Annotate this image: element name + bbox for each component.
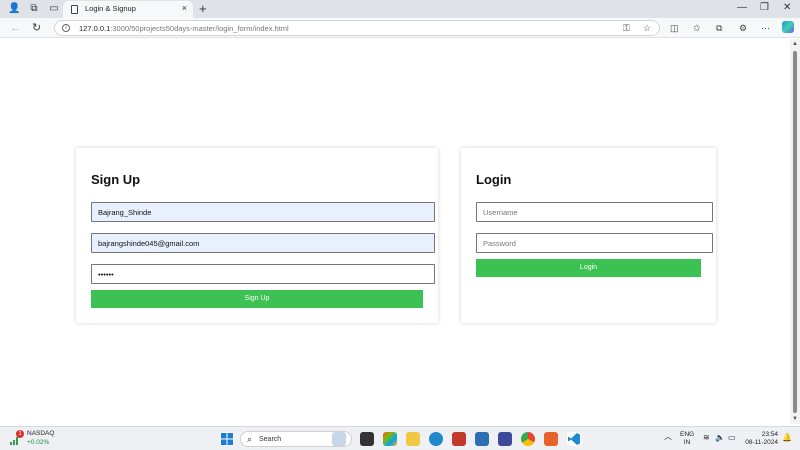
notification-bell-icon[interactable]: 🔔 xyxy=(782,434,792,442)
login-button[interactable]: Login xyxy=(476,259,701,277)
task-view-icon[interactable] xyxy=(360,432,374,446)
tab-close-icon[interactable]: × xyxy=(182,3,187,13)
tab-actions-icon[interactable]: ▭ xyxy=(48,3,60,15)
page-icon xyxy=(71,5,78,14)
tab-login-signup[interactable]: Login & Signup × xyxy=(63,1,193,18)
show-hidden-icons-chevron-icon[interactable]: ︿ xyxy=(664,433,672,441)
wallpaper-app-icon[interactable] xyxy=(498,432,512,446)
copilot-taskbar-icon[interactable] xyxy=(383,432,397,446)
collections-icon[interactable]: ⧉ xyxy=(716,22,722,34)
clock-date: 08-11-2024 xyxy=(745,439,778,446)
url-text[interactable]: 127.0.0.1:3000/50projects50days-master/l… xyxy=(79,24,289,33)
volume-icon[interactable]: 🔈 xyxy=(715,434,725,442)
more-menu-icon[interactable]: ⋯ xyxy=(761,22,770,34)
maximize-icon[interactable]: ❐ xyxy=(760,2,769,13)
login-password-input[interactable] xyxy=(476,233,713,253)
back-icon[interactable]: ← xyxy=(10,21,21,35)
address-bar[interactable]: i 127.0.0.1:3000/50projects50days-master… xyxy=(54,20,660,36)
scroll-down-arrow-icon[interactable]: ▼ xyxy=(792,416,798,422)
xampp-icon[interactable] xyxy=(544,432,558,446)
login-card: Login Login xyxy=(461,148,716,323)
language-region: IN xyxy=(683,439,691,446)
signup-password-input[interactable] xyxy=(91,264,435,284)
signup-button[interactable]: Sign Up xyxy=(91,290,423,308)
browser-toolbar: ← ↻ i 127.0.0.1:3000/50projects50days-ma… xyxy=(0,18,800,38)
scroll-thumb[interactable] xyxy=(793,51,797,413)
url-host: 127.0.0.1 xyxy=(79,24,111,33)
favorites-icon[interactable]: ✩ xyxy=(693,22,701,34)
extensions-icon[interactable]: ⚙ xyxy=(739,22,747,34)
tab-title: Login & Signup xyxy=(85,4,136,13)
battery-icon[interactable]: ▭ xyxy=(728,434,736,442)
chrome-icon[interactable] xyxy=(521,432,535,446)
signup-email-input[interactable] xyxy=(91,233,435,253)
favorite-star-icon[interactable]: ☆ xyxy=(643,23,651,34)
store-icon[interactable] xyxy=(475,432,489,446)
profile-icon[interactable]: 👤 xyxy=(8,3,20,15)
signup-username-input[interactable] xyxy=(91,202,435,222)
clock-time: 23:54 xyxy=(761,431,778,438)
close-window-icon[interactable]: ✕ xyxy=(783,2,791,13)
login-username-input[interactable] xyxy=(476,202,713,222)
windows-taskbar: 1 NASDAQ +0.02% ⌕ Search ︿ ENG IN ≋ 🔈 ▭ … xyxy=(0,426,800,450)
clock[interactable]: 23:54 08-11-2024 xyxy=(744,431,778,447)
minimize-icon[interactable]: — xyxy=(737,2,747,13)
mcafee-icon[interactable] xyxy=(452,432,466,446)
page-scrollbar[interactable]: ▲ ▼ xyxy=(790,39,800,424)
browser-tab-bar: 👤 ⧉ ▭ Login & Signup × + — ❐ ✕ xyxy=(0,0,800,18)
vscode-icon[interactable] xyxy=(567,432,581,446)
search-label: Search xyxy=(259,436,282,443)
split-screen-icon[interactable]: ◫ xyxy=(670,22,679,34)
search-icon: ⌕ xyxy=(247,434,253,444)
url-path: :3000/50projects50days-master/login_form… xyxy=(110,24,289,33)
password-key-icon[interactable]: ⚿ xyxy=(623,23,630,34)
ticker-name[interactable]: NASDAQ xyxy=(27,430,54,437)
edge-browser-icon[interactable] xyxy=(429,432,443,446)
login-title: Login xyxy=(476,172,512,187)
notification-badge: 1 xyxy=(16,430,24,438)
new-tab-button[interactable]: + xyxy=(199,1,207,16)
ticker-change[interactable]: +0.02% xyxy=(27,439,49,446)
workspaces-icon[interactable]: ⧉ xyxy=(28,3,40,15)
file-explorer-icon[interactable] xyxy=(406,432,420,446)
language-indicator[interactable]: ENG IN xyxy=(680,431,694,447)
windows-start-icon[interactable] xyxy=(220,432,234,446)
copilot-icon[interactable] xyxy=(782,21,794,33)
signup-card: Sign Up Sign Up xyxy=(76,148,438,323)
search-highlight-icon[interactable] xyxy=(332,432,346,446)
site-info-icon[interactable]: i xyxy=(62,24,70,32)
wifi-icon[interactable]: ≋ xyxy=(703,434,710,442)
refresh-icon[interactable]: ↻ xyxy=(32,21,41,35)
scroll-up-arrow-icon[interactable]: ▲ xyxy=(792,41,798,47)
signup-title: Sign Up xyxy=(91,172,141,187)
language-code: ENG xyxy=(680,431,695,438)
